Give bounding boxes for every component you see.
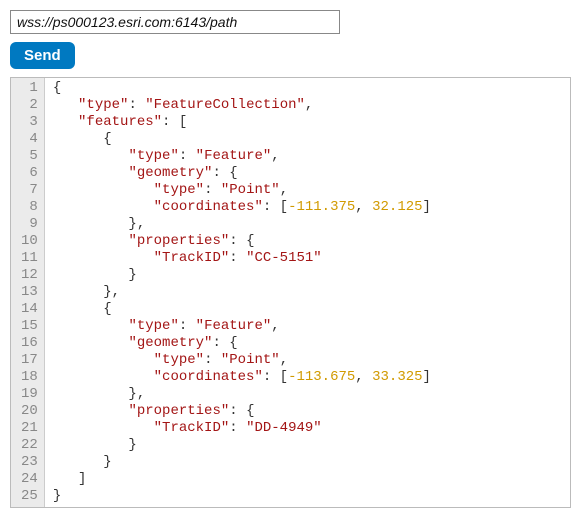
- code-line: "geometry": {: [53, 165, 562, 182]
- line-number: 5: [21, 148, 38, 165]
- line-number: 19: [21, 386, 38, 403]
- code-line: "type": "Point",: [53, 182, 562, 199]
- code-line: {: [53, 301, 562, 318]
- code-line: },: [53, 386, 562, 403]
- line-number: 22: [21, 437, 38, 454]
- code-line: "properties": {: [53, 403, 562, 420]
- code-line: "type": "Feature",: [53, 148, 562, 165]
- line-number: 18: [21, 369, 38, 386]
- line-number: 4: [21, 131, 38, 148]
- code-line: "properties": {: [53, 233, 562, 250]
- line-number: 8: [21, 199, 38, 216]
- code-line: "TrackID": "CC-5151": [53, 250, 562, 267]
- line-number: 24: [21, 471, 38, 488]
- code-line: {: [53, 131, 562, 148]
- code-line: "TrackID": "DD-4949": [53, 420, 562, 437]
- code-line: }: [53, 454, 562, 471]
- code-line: "geometry": {: [53, 335, 562, 352]
- code-line: },: [53, 216, 562, 233]
- line-number: 14: [21, 301, 38, 318]
- websocket-url-input[interactable]: [10, 10, 340, 34]
- code-line: }: [53, 437, 562, 454]
- line-number: 10: [21, 233, 38, 250]
- line-number: 15: [21, 318, 38, 335]
- line-number: 25: [21, 488, 38, 505]
- line-number: 3: [21, 114, 38, 131]
- line-number: 1: [21, 80, 38, 97]
- line-number: 12: [21, 267, 38, 284]
- code-line: }: [53, 267, 562, 284]
- code-line: },: [53, 284, 562, 301]
- line-number: 16: [21, 335, 38, 352]
- code-line: "features": [: [53, 114, 562, 131]
- code-line: {: [53, 80, 562, 97]
- code-line: "coordinates": [-111.375, 32.125]: [53, 199, 562, 216]
- line-number: 7: [21, 182, 38, 199]
- line-number: 17: [21, 352, 38, 369]
- code-line: "type": "Point",: [53, 352, 562, 369]
- line-number: 2: [21, 97, 38, 114]
- code-line: "type": "FeatureCollection",: [53, 97, 562, 114]
- line-number: 11: [21, 250, 38, 267]
- line-number: 23: [21, 454, 38, 471]
- code-line: "coordinates": [-113.675, 33.325]: [53, 369, 562, 386]
- send-button[interactable]: Send: [10, 42, 75, 69]
- line-number: 9: [21, 216, 38, 233]
- line-number-gutter: 1234567891011121314151617181920212223242…: [11, 78, 45, 507]
- code-line: ]: [53, 471, 562, 488]
- code-editor[interactable]: 1234567891011121314151617181920212223242…: [10, 77, 571, 508]
- line-number: 13: [21, 284, 38, 301]
- code-line: "type": "Feature",: [53, 318, 562, 335]
- line-number: 21: [21, 420, 38, 437]
- code-content[interactable]: { "type": "FeatureCollection", "features…: [45, 78, 570, 507]
- line-number: 20: [21, 403, 38, 420]
- line-number: 6: [21, 165, 38, 182]
- code-line: }: [53, 488, 562, 505]
